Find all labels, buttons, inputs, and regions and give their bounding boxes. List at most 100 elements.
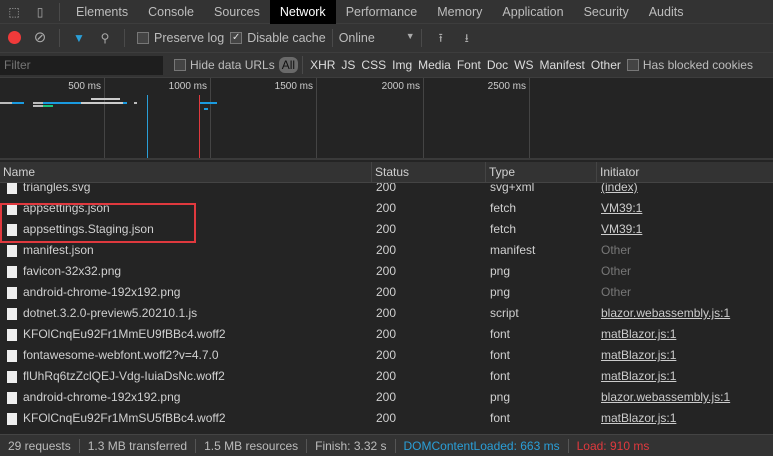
- file-icon: [7, 328, 17, 341]
- import-har-icon[interactable]: ⭱: [433, 30, 449, 46]
- request-bar: [33, 102, 43, 104]
- request-initiator[interactable]: matBlazor.js:1: [597, 366, 773, 387]
- file-icon: [7, 307, 17, 320]
- tick-label: 1000 ms: [168, 81, 207, 92]
- hide-data-urls-checkbox[interactable]: [174, 59, 186, 71]
- table-row[interactable]: triangles.svg 200 svg+xml (index): [0, 183, 773, 198]
- request-type: fetch: [490, 201, 517, 215]
- tab-console[interactable]: Console: [138, 0, 204, 24]
- throttling-select[interactable]: Online ▼: [339, 31, 415, 45]
- search-icon[interactable]: ⚲: [97, 30, 113, 46]
- tab-sources[interactable]: Sources: [204, 0, 270, 24]
- filter-type-css[interactable]: CSS: [358, 58, 389, 72]
- request-initiator[interactable]: matBlazor.js:1: [597, 408, 773, 429]
- column-name[interactable]: Name: [0, 162, 372, 182]
- request-bar: [33, 105, 43, 107]
- filter-type-xhr[interactable]: XHR: [307, 58, 338, 72]
- request-name-cell: fontawesome-webfont.woff2?v=4.7.0: [0, 345, 372, 366]
- column-initiator[interactable]: Initiator: [597, 162, 773, 182]
- file-icon: [7, 412, 17, 425]
- request-initiator[interactable]: matBlazor.js:1: [597, 345, 773, 366]
- filter-type-ws[interactable]: WS: [511, 58, 536, 72]
- transferred-size: 1.3 MB transferred: [80, 438, 197, 453]
- table-row[interactable]: fontawesome-webfont.woff2?v=4.7.0 200 fo…: [0, 345, 773, 366]
- request-table-header: Name Status Type Initiator: [0, 162, 773, 183]
- request-name: flUhRq6tzZclQEJ-Vdg-IuiaDsNc.woff2: [23, 369, 225, 383]
- request-status: 200: [376, 222, 397, 236]
- filter-bar: Hide data URLs All XHR JS CSS Img Media …: [0, 53, 773, 78]
- filter-type-font[interactable]: Font: [454, 58, 484, 72]
- column-status[interactable]: Status: [372, 162, 486, 182]
- record-icon[interactable]: [6, 30, 22, 46]
- tab-memory[interactable]: Memory: [427, 0, 492, 24]
- tab-performance[interactable]: Performance: [336, 0, 428, 24]
- tab-audits[interactable]: Audits: [639, 0, 694, 24]
- tick-label: 1500 ms: [274, 81, 313, 92]
- has-blocked-cookies-checkbox[interactable]: [626, 59, 639, 71]
- tab-security[interactable]: Security: [574, 0, 639, 24]
- load-time: Load: 910 ms: [576, 438, 650, 453]
- dom-content-loaded-time: DOMContentLoaded: 663 ms: [396, 438, 569, 453]
- timeline-tick: 2000 ms: [382, 78, 424, 158]
- network-toolbar: ⊘ ▼ ⚲ Preserve log ✓ Disable cache Onlin…: [0, 24, 773, 53]
- tab-network[interactable]: Network: [269, 0, 336, 24]
- finish-time: Finish: 3.32 s: [307, 438, 396, 453]
- request-initiator[interactable]: blazor.webassembly.js:1: [597, 387, 773, 408]
- request-initiator[interactable]: blazor.webassembly.js:1: [597, 303, 773, 324]
- request-initiator[interactable]: (index): [597, 183, 773, 198]
- request-status: 200: [376, 201, 397, 215]
- table-row[interactable]: manifest.json 200 manifest Other: [0, 240, 773, 261]
- filter-type-media[interactable]: Media: [415, 58, 454, 72]
- file-icon: [7, 391, 17, 404]
- request-status: 200: [376, 390, 397, 404]
- request-type: font: [490, 411, 511, 425]
- request-name: favicon-32x32.png: [23, 264, 122, 278]
- filter-icon[interactable]: ▼: [71, 30, 87, 46]
- disable-cache-label: Disable cache: [247, 31, 326, 45]
- tab-application[interactable]: Application: [492, 0, 573, 24]
- table-row[interactable]: dotnet.3.2.0-preview5.20210.1.js 200 scr…: [0, 303, 773, 324]
- divider: [59, 2, 60, 21]
- filter-type-js[interactable]: JS: [338, 58, 358, 72]
- request-initiator[interactable]: VM39:1: [597, 198, 773, 219]
- request-bar: [43, 102, 81, 104]
- table-row[interactable]: android-chrome-192x192.png 200 png blazo…: [0, 387, 773, 408]
- table-row[interactable]: flUhRq6tzZclQEJ-Vdg-IuiaDsNc.woff2 200 f…: [0, 366, 773, 387]
- throttling-value: Online: [338, 31, 375, 45]
- request-status: 200: [376, 369, 397, 383]
- file-icon: [7, 244, 17, 257]
- filter-type-manifest[interactable]: Manifest: [537, 58, 588, 72]
- table-row[interactable]: KFOlCnqEu92Fr1MmEU9fBBc4.woff2 200 font …: [0, 324, 773, 345]
- filter-input[interactable]: [0, 55, 163, 75]
- inspect-element-icon[interactable]: ⬚: [6, 4, 22, 20]
- network-overview-timeline[interactable]: 500 ms 1000 ms 1500 ms 2000 ms 2500 ms: [0, 78, 773, 160]
- export-har-icon[interactable]: ⭳: [459, 30, 475, 46]
- request-name-cell: android-chrome-192x192.png: [0, 387, 372, 408]
- request-initiator[interactable]: VM39:1: [597, 219, 773, 240]
- disable-cache-checkbox[interactable]: ✓: [230, 32, 243, 44]
- clear-icon[interactable]: ⊘: [32, 30, 48, 46]
- filter-type-img[interactable]: Img: [389, 58, 415, 72]
- request-initiator[interactable]: matBlazor.js:1: [597, 324, 773, 345]
- request-bar: [81, 102, 123, 104]
- device-toolbar-icon[interactable]: ▯: [32, 4, 48, 20]
- chevron-down-icon: ▼: [405, 31, 415, 41]
- request-status: 200: [376, 243, 397, 257]
- filter-type-all[interactable]: All: [278, 57, 299, 73]
- tab-elements[interactable]: Elements: [66, 0, 138, 24]
- request-name: fontawesome-webfont.woff2?v=4.7.0: [23, 348, 219, 362]
- timeline-tick: 500 ms: [68, 78, 105, 158]
- table-row[interactable]: KFOlCnqEu92Fr1MmSU5fBBc4.woff2 200 font …: [0, 408, 773, 429]
- tick-label: 2500 ms: [487, 81, 526, 92]
- request-initiator: Other: [601, 264, 632, 278]
- preserve-log-checkbox[interactable]: [137, 32, 149, 44]
- request-name: dotnet.3.2.0-preview5.20210.1.js: [23, 306, 198, 320]
- table-row[interactable]: favicon-32x32.png 200 png Other: [0, 261, 773, 282]
- filter-type-doc[interactable]: Doc: [484, 58, 511, 72]
- column-type[interactable]: Type: [486, 162, 597, 182]
- request-type: png: [490, 390, 511, 404]
- filter-type-other[interactable]: Other: [588, 58, 624, 72]
- file-icon: [7, 265, 17, 278]
- preserve-log-label: Preserve log: [154, 31, 225, 45]
- table-row[interactable]: android-chrome-192x192.png 200 png Other: [0, 282, 773, 303]
